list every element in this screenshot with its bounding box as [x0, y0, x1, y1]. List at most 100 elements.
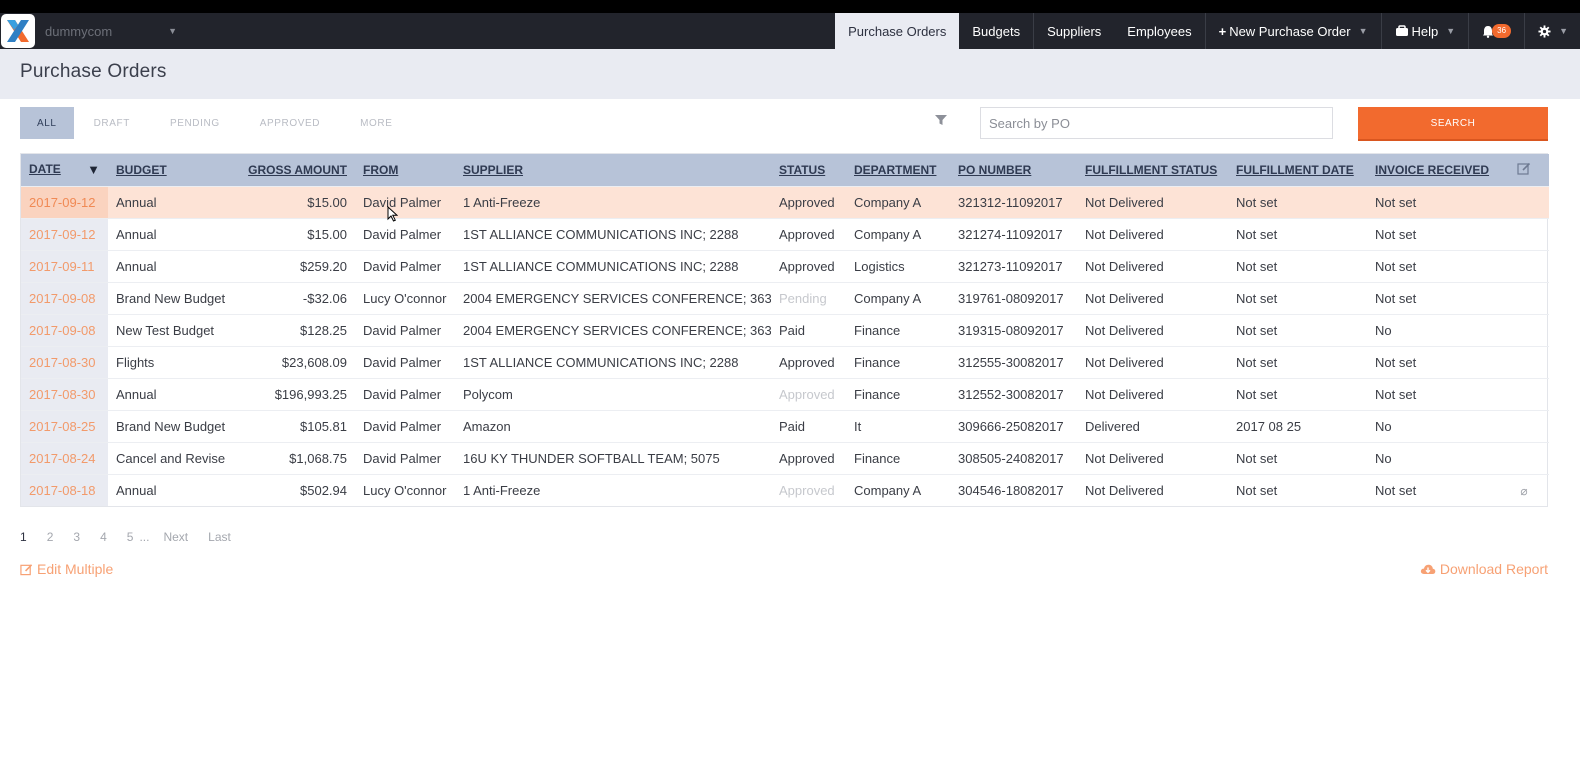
filter-tab-all[interactable]: ALL — [20, 107, 74, 139]
nav-budgets[interactable]: Budgets — [959, 13, 1033, 49]
edit-multiple-link[interactable]: Edit Multiple — [20, 561, 113, 577]
cell-date[interactable]: 2017-08-18 — [21, 474, 108, 506]
cell-budget: Flights — [116, 354, 155, 370]
cell-gross-amount: -$32.06 — [302, 290, 347, 306]
table-row[interactable]: 2017-09-12 Annual $15.00 David Palmer 1 … — [21, 186, 1549, 218]
cell-date[interactable]: 2017-09-11 — [21, 250, 108, 282]
cell-from: David Palmer — [363, 194, 442, 210]
page-link-4[interactable]: 4 — [100, 530, 107, 544]
edit-columns-button[interactable] — [1499, 154, 1549, 186]
help-dropdown[interactable]: Help ▼ — [1380, 13, 1469, 49]
edit-square-icon — [1517, 162, 1531, 175]
column-header-po-number[interactable]: PO NUMBER — [950, 154, 1077, 186]
filter-funnel-icon[interactable] — [934, 113, 948, 127]
page-last-link[interactable]: Last — [208, 530, 231, 544]
cell-date[interactable]: 2017-09-08 — [21, 314, 108, 346]
cell-fulfillment-status: Not Delivered — [1085, 258, 1164, 274]
column-header-fulfillment-status[interactable]: FULFILLMENT STATUS — [1077, 154, 1228, 186]
page-next-link[interactable]: Next — [163, 530, 188, 544]
cell-status: Paid — [779, 322, 806, 338]
cell-fulfillment-date: Not set — [1236, 290, 1278, 306]
cell-date[interactable]: 2017-09-08 — [21, 282, 108, 314]
page-link-5[interactable]: 5 — [127, 530, 134, 544]
nav-employees[interactable]: Employees — [1114, 13, 1204, 49]
table-row[interactable]: 2017-09-12 Annual $15.00 David Palmer 1S… — [21, 218, 1549, 250]
cell-date[interactable]: 2017-08-24 — [21, 442, 108, 474]
column-header-date[interactable]: DATE ▼ — [21, 154, 108, 186]
cell-actions — [1499, 282, 1549, 314]
column-header-from[interactable]: FROM — [355, 154, 455, 186]
filter-tab-approved[interactable]: APPROVED — [240, 107, 340, 139]
settings-dropdown[interactable]: ▼ — [1524, 13, 1580, 49]
cell-actions — [1499, 186, 1549, 218]
cell-date[interactable]: 2017-09-12 — [21, 218, 108, 250]
table-row[interactable]: 2017-09-08 Brand New Budget -$32.06 Lucy… — [21, 282, 1549, 314]
table-row[interactable]: 2017-08-30 Flights $23,608.09 David Palm… — [21, 346, 1549, 378]
column-header-gross-amount[interactable]: GROSS AMOUNT — [238, 154, 355, 186]
cell-date[interactable]: 2017-08-25 — [21, 410, 108, 442]
table-row[interactable]: 2017-08-18 Annual $502.94 Lucy O'connor … — [21, 474, 1549, 506]
column-header-invoice-received[interactable]: INVOICE RECEIVED — [1367, 154, 1499, 186]
cell-department: Finance — [854, 354, 901, 370]
nav-suppliers[interactable]: Suppliers — [1033, 13, 1114, 49]
cell-date[interactable]: 2017-08-30 — [21, 346, 108, 378]
cell-invoice-received: Not set — [1375, 354, 1417, 370]
page-link-3[interactable]: 3 — [73, 530, 80, 544]
table-header-row: DATE ▼ BUDGET GROSS AMOUNT FROM SUPPLIER… — [21, 154, 1549, 186]
cell-from: David Palmer — [363, 418, 442, 434]
column-header-budget[interactable]: BUDGET — [108, 154, 238, 186]
lifebuoy-icon — [1395, 25, 1408, 36]
column-header-status[interactable]: STATUS — [771, 154, 846, 186]
cell-supplier: Amazon — [463, 418, 511, 434]
gear-icon — [1538, 24, 1551, 38]
cell-supplier: 1ST ALLIANCE COMMUNICATIONS INC; 2288 — [463, 258, 739, 274]
cell-fulfillment-date: Not set — [1236, 450, 1278, 466]
top-navbar: dummycom ▼ Purchase Orders Budgets Suppl… — [0, 13, 1580, 49]
filter-tab-more[interactable]: MORE — [340, 107, 412, 139]
top-black-band — [0, 0, 1580, 13]
cell-status: Approved — [779, 258, 835, 274]
search-po-input[interactable] — [980, 107, 1333, 139]
table-row[interactable]: 2017-08-25 Brand New Budget $105.81 Davi… — [21, 410, 1549, 442]
cell-supplier: 2004 EMERGENCY SERVICES CONFERENCE; 3632 — [463, 322, 771, 338]
cell-fulfillment-status: Not Delivered — [1085, 194, 1164, 210]
table-row[interactable]: 2017-09-11 Annual $259.20 David Palmer 1… — [21, 250, 1549, 282]
column-header-department[interactable]: DEPARTMENT — [846, 154, 950, 186]
paperclip-icon[interactable]: ⌀ — [1520, 484, 1527, 498]
app-logo[interactable] — [1, 14, 35, 48]
table-row[interactable]: 2017-08-30 Annual $196,993.25 David Palm… — [21, 378, 1549, 410]
page-link-1[interactable]: 1 — [20, 530, 27, 544]
chevron-down-icon: ▼ — [1358, 26, 1368, 36]
nav-label: Suppliers — [1047, 23, 1102, 39]
cell-status: Approved — [779, 226, 835, 242]
filter-tab-draft[interactable]: DRAFT — [74, 107, 150, 139]
page-link-2[interactable]: 2 — [47, 530, 54, 544]
cell-actions — [1499, 250, 1549, 282]
cell-po-number: 319761-08092017 — [958, 290, 1064, 306]
table-row[interactable]: 2017-09-08 New Test Budget $128.25 David… — [21, 314, 1549, 346]
table-row[interactable]: 2017-08-24 Cancel and Revise $1,068.75 D… — [21, 442, 1549, 474]
cell-invoice-received: No — [1375, 322, 1392, 338]
company-switcher[interactable]: dummycom ▼ — [45, 13, 177, 49]
cell-budget: New Test Budget — [116, 322, 215, 338]
sort-descending-icon: ▼ — [87, 162, 100, 178]
cell-po-number: 312552-30082017 — [958, 386, 1064, 402]
cell-gross-amount: $259.20 — [300, 258, 347, 274]
search-button[interactable]: SEARCH — [1358, 107, 1548, 141]
download-report-link[interactable]: Download Report — [1420, 561, 1548, 577]
column-header-supplier[interactable]: SUPPLIER — [455, 154, 771, 186]
filter-tab-pending[interactable]: PENDING — [150, 107, 240, 139]
cell-date[interactable]: 2017-08-30 — [21, 378, 108, 410]
cell-from: David Palmer — [363, 322, 442, 338]
cell-department: Finance — [854, 450, 901, 466]
column-header-fulfillment-date[interactable]: FULFILLMENT DATE — [1228, 154, 1367, 186]
cell-invoice-received: Not set — [1375, 194, 1417, 210]
cell-fulfillment-date: Not set — [1236, 386, 1278, 402]
new-purchase-order-dropdown[interactable]: + New Purchase Order ▼ — [1204, 13, 1381, 49]
notifications-button[interactable]: 36 — [1468, 13, 1524, 49]
cell-date[interactable]: 2017-09-12 — [21, 186, 108, 218]
cell-invoice-received: No — [1375, 418, 1392, 434]
cell-department: Company A — [854, 482, 922, 498]
cell-budget: Annual — [116, 386, 157, 402]
nav-purchase-orders[interactable]: Purchase Orders — [835, 13, 960, 49]
